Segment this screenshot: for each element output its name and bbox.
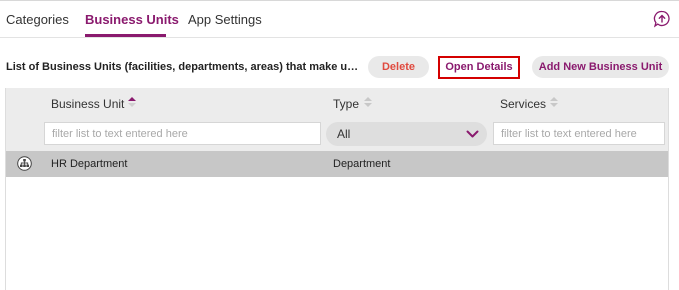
open-details-button[interactable]: Open Details [438,56,520,79]
grid-header: Business Unit Type Services All [6,88,668,151]
tab-business-units[interactable]: Business Units [85,12,179,27]
add-business-unit-button[interactable]: Add New Business Unit [532,56,669,78]
upload-bubble-icon[interactable] [653,10,671,28]
delete-button[interactable]: Delete [368,56,429,78]
business-unit-filter-input[interactable] [44,122,321,145]
type-filter-value: All [337,127,351,141]
sort-icon[interactable] [363,96,373,108]
sort-icon[interactable] [549,96,559,108]
app-frame: Categories Business Units App Settings L… [0,0,679,290]
list-description: List of Business Units (facilities, depa… [6,61,361,73]
sort-ascending-icon[interactable] [127,96,137,108]
chevron-down-icon [466,130,479,138]
business-unit-name: HR Department [51,158,128,170]
tab-bar: Categories Business Units App Settings [0,1,679,38]
column-header-type[interactable]: Type [333,97,359,111]
column-header-services[interactable]: Services [500,97,546,111]
tab-categories[interactable]: Categories [6,12,69,27]
org-hierarchy-icon [17,156,32,171]
services-filter-input[interactable] [493,122,665,145]
type-filter-select[interactable]: All [326,122,487,146]
business-units-grid: Business Unit Type Services All [5,88,669,290]
tab-app-settings[interactable]: App Settings [188,12,262,27]
active-tab-indicator [85,34,166,37]
column-header-business-unit[interactable]: Business Unit [51,97,124,111]
business-unit-type: Department [333,158,391,170]
table-row[interactable]: HR Department Department [6,151,668,177]
